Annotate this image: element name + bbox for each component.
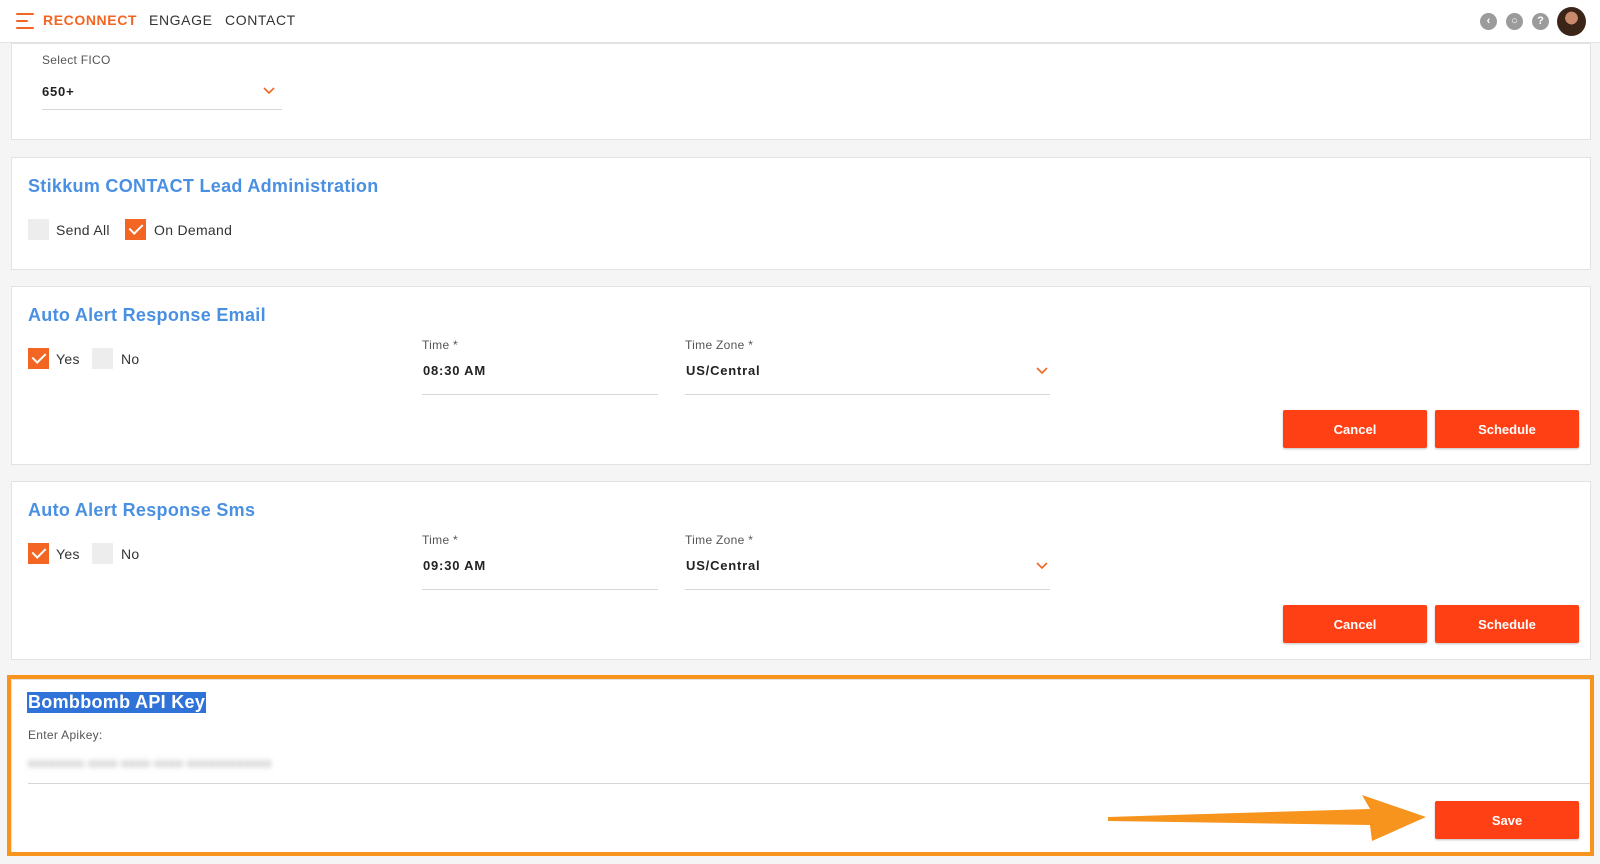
fico-value: 650+ bbox=[42, 84, 75, 99]
apikey-underline bbox=[28, 783, 1590, 784]
sms-yes-label: Yes bbox=[56, 546, 80, 562]
apikey-input[interactable]: xxxxxxxx-xxxx-xxxx-xxxx-xxxxxxxxxxxx bbox=[28, 756, 320, 772]
sms-time-value: 09:30 AM bbox=[423, 558, 486, 573]
bombbomb-title: Bombbomb API Key bbox=[27, 692, 207, 713]
top-navigation-bar: RECONNECT ENGAGE CONTACT ‹ ○ ? bbox=[0, 0, 1600, 43]
sms-no-label: No bbox=[121, 546, 140, 562]
sms-time-underline bbox=[422, 589, 658, 590]
user-avatar[interactable] bbox=[1557, 7, 1586, 36]
email-time-label: Time * bbox=[422, 338, 459, 352]
email-schedule-button[interactable]: Schedule bbox=[1435, 410, 1579, 448]
email-timezone-label: Time Zone * bbox=[685, 338, 754, 352]
back-icon[interactable]: ‹ bbox=[1480, 13, 1497, 30]
sms-cancel-button[interactable]: Cancel bbox=[1283, 605, 1427, 643]
alert-sms-title: Auto Alert Response Sms bbox=[28, 500, 256, 520]
sms-timezone-underline bbox=[685, 589, 1050, 590]
sms-yes-checkbox[interactable] bbox=[28, 543, 49, 564]
sms-time-label: Time * bbox=[422, 533, 459, 547]
chevron-down-icon bbox=[1036, 367, 1048, 375]
on-demand-checkbox[interactable] bbox=[125, 219, 146, 240]
hamburger-menu-icon[interactable] bbox=[16, 12, 35, 30]
fico-underline bbox=[42, 109, 282, 110]
save-button[interactable]: Save bbox=[1435, 801, 1579, 839]
email-yes-checkbox[interactable] bbox=[28, 348, 49, 369]
sms-no-checkbox[interactable] bbox=[92, 543, 113, 564]
sms-time-field[interactable]: 09:30 AM bbox=[422, 552, 658, 582]
chevron-down-icon bbox=[263, 87, 275, 95]
alert-email-title: Auto Alert Response Email bbox=[28, 305, 266, 325]
support-icon[interactable]: ○ bbox=[1506, 13, 1523, 30]
email-yes-label: Yes bbox=[56, 351, 80, 367]
sms-timezone-select[interactable]: US/Central bbox=[685, 552, 1050, 582]
alert-email-card: Auto Alert Response Email Yes No Time * … bbox=[11, 286, 1591, 465]
send-all-checkbox[interactable] bbox=[28, 219, 49, 240]
email-no-checkbox[interactable] bbox=[92, 348, 113, 369]
nav-contact[interactable]: CONTACT bbox=[225, 12, 296, 28]
help-icon[interactable]: ? bbox=[1532, 13, 1549, 30]
nav-engage[interactable]: ENGAGE bbox=[149, 12, 213, 28]
alert-sms-card: Auto Alert Response Sms Yes No Time * 09… bbox=[11, 481, 1591, 660]
fico-label: Select FICO bbox=[42, 53, 111, 67]
email-time-field[interactable]: 08:30 AM bbox=[422, 357, 658, 387]
fico-select[interactable]: 650+ bbox=[42, 74, 282, 110]
email-cancel-button[interactable]: Cancel bbox=[1283, 410, 1427, 448]
email-time-underline bbox=[422, 394, 658, 395]
sms-schedule-button[interactable]: Schedule bbox=[1435, 605, 1579, 643]
on-demand-label: On Demand bbox=[154, 222, 233, 238]
lead-admin-card: Stikkum CONTACT Lead Administration Send… bbox=[11, 157, 1591, 270]
sms-timezone-value: US/Central bbox=[686, 558, 761, 573]
sms-timezone-label: Time Zone * bbox=[685, 533, 754, 547]
chevron-down-icon bbox=[1036, 562, 1048, 570]
email-timezone-select[interactable]: US/Central bbox=[685, 357, 1050, 387]
send-all-label: Send All bbox=[56, 222, 110, 238]
nav-reconnect[interactable]: RECONNECT bbox=[43, 12, 137, 28]
fico-card: Select FICO 650+ bbox=[11, 43, 1591, 140]
email-time-value: 08:30 AM bbox=[423, 363, 486, 378]
email-timezone-value: US/Central bbox=[686, 363, 761, 378]
email-timezone-underline bbox=[685, 394, 1050, 395]
apikey-label: Enter Apikey: bbox=[28, 728, 103, 742]
lead-admin-title: Stikkum CONTACT Lead Administration bbox=[28, 176, 379, 196]
email-no-label: No bbox=[121, 351, 140, 367]
